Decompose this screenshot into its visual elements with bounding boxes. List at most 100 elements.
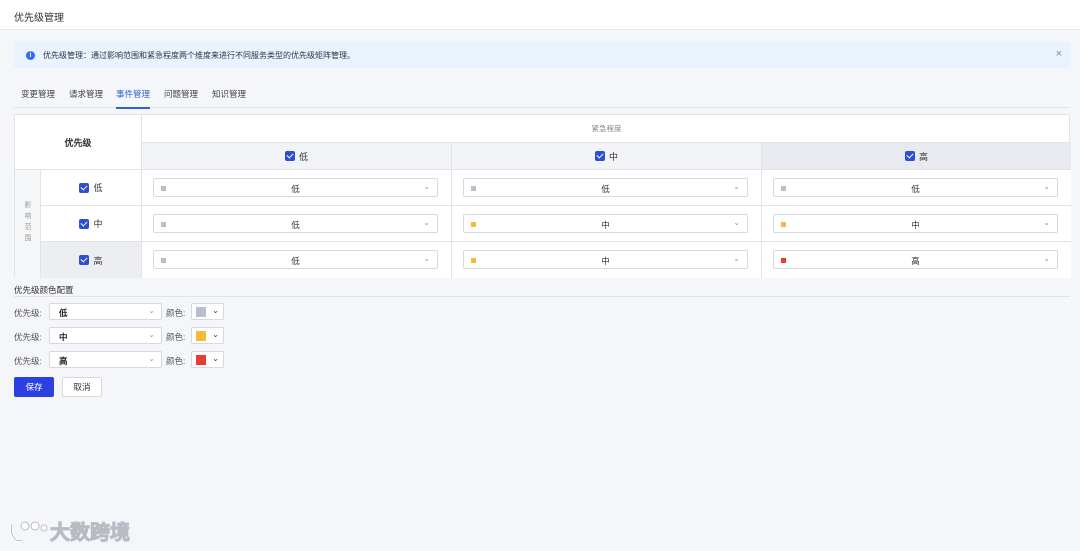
urgency-col-medium[interactable]: 中 (452, 143, 762, 170)
impact-row-high[interactable]: 高 (41, 242, 142, 278)
select-value: 高 (59, 356, 68, 366)
priority-label: 优先级: (14, 332, 42, 342)
checkbox-icon[interactable] (79, 218, 90, 229)
matrix-cell: 中 ⌄ (452, 242, 762, 278)
matrix-cell: 低 ⌄ (142, 170, 452, 206)
chevron-down-icon: ⌄ (423, 182, 430, 191)
col-label: 高 (918, 151, 928, 162)
select-value: 低 (59, 308, 68, 318)
page-title: 优先级管理 (14, 13, 64, 24)
impact-label: 影 响 范 围 (15, 170, 41, 278)
priority-label: 优先级: (14, 356, 42, 366)
select-value: 高 (911, 256, 920, 266)
watermark: 大数跨境 (8, 516, 131, 545)
priority-select[interactable]: 中 ⌄ (463, 214, 748, 233)
priority-select[interactable]: 低 ⌄ (49, 303, 162, 320)
priority-matrix: 优先级 紧急程度 低 中 高 影 响 范 围 低 中 高 低 ⌄ 低 ⌄ 低 ⌄… (14, 114, 1071, 278)
select-value: 低 (291, 220, 300, 230)
color-config-title: 优先级颜色配置 (14, 284, 1070, 297)
color-label: 颜色: (166, 308, 186, 318)
tab-knowledge[interactable]: 知识管理 (212, 88, 246, 107)
priority-select[interactable]: 高 ⌄ (49, 351, 162, 368)
urgency-title: 紧急程度 (142, 115, 1071, 143)
col-label: 中 (608, 151, 618, 162)
close-icon[interactable]: × (1056, 48, 1062, 60)
color-swatch (196, 355, 206, 365)
tab-problem[interactable]: 问题管理 (164, 88, 198, 107)
matrix-cell: 低 ⌄ (142, 206, 452, 242)
checkbox-icon[interactable] (79, 255, 90, 265)
priority-select[interactable]: 中 ⌄ (773, 214, 1058, 233)
checkbox-icon[interactable] (904, 151, 915, 161)
chevron-down-icon: ⌄ (733, 218, 740, 227)
color-picker[interactable]: ⌄ (191, 351, 224, 368)
col-label: 低 (298, 151, 308, 162)
impact-char: 响 (24, 213, 32, 220)
impact-row-medium[interactable]: 中 (41, 206, 142, 242)
chevron-down-icon: ⌄ (1043, 182, 1050, 191)
row-label: 中 (93, 219, 103, 229)
priority-label: 优先级: (14, 308, 42, 318)
row-label: 高 (93, 255, 103, 266)
color-label: 颜色: (166, 356, 186, 366)
main-content: i 优先级管理：通过影响范围和紧急程度两个维度来进行不同服务类型的优先级矩阵管理… (0, 30, 1080, 551)
priority-select[interactable]: 低 ⌄ (153, 250, 438, 269)
chevron-down-icon: ⌄ (733, 254, 740, 263)
chevron-down-icon: ⌄ (212, 354, 219, 363)
color-picker[interactable]: ⌄ (191, 303, 224, 320)
select-value: 低 (291, 256, 300, 266)
priority-select[interactable]: 低 ⌄ (773, 178, 1058, 197)
chevron-down-icon: ⌄ (148, 354, 155, 363)
checkbox-icon[interactable] (594, 151, 605, 161)
impact-char: 范 (24, 224, 32, 231)
tab-request[interactable]: 请求管理 (69, 88, 103, 107)
matrix-cell: 低 ⌄ (452, 170, 762, 206)
tab-incident[interactable]: 事件管理 (116, 88, 151, 109)
impact-row-low[interactable]: 低 (41, 170, 142, 206)
matrix-cell: 高 ⌄ (762, 242, 1071, 278)
info-icon: i (26, 51, 35, 60)
save-button[interactable]: 保存 (14, 377, 54, 397)
chevron-down-icon: ⌄ (423, 218, 430, 227)
select-value: 低 (911, 184, 920, 194)
select-value: 中 (601, 256, 610, 266)
priority-select[interactable]: 低 ⌄ (153, 214, 438, 233)
chevron-down-icon: ⌄ (423, 254, 430, 263)
checkbox-icon[interactable] (284, 151, 295, 161)
matrix-corner-label: 优先级 (15, 115, 142, 170)
service-tabs: 变更管理 请求管理 事件管理 问题管理 知识管理 (14, 82, 1070, 109)
color-label: 颜色: (166, 332, 186, 342)
impact-char: 影 (24, 202, 32, 209)
select-value: 低 (291, 184, 300, 194)
select-value: 低 (601, 184, 610, 194)
chevron-down-icon: ⌄ (1043, 218, 1050, 227)
urgency-col-low[interactable]: 低 (142, 143, 452, 170)
priority-select[interactable]: 低 ⌄ (153, 178, 438, 197)
priority-select[interactable]: 低 ⌄ (463, 178, 748, 197)
priority-select[interactable]: 中 ⌄ (49, 327, 162, 344)
cancel-button[interactable]: 取消 (62, 377, 102, 397)
info-alert: i 优先级管理：通过影响范围和紧急程度两个维度来进行不同服务类型的优先级矩阵管理… (14, 42, 1070, 68)
chevron-down-icon: ⌄ (212, 306, 219, 315)
matrix-cell: 低 ⌄ (142, 242, 452, 278)
matrix-cell: 中 ⌄ (452, 206, 762, 242)
row-label: 低 (93, 183, 103, 193)
color-picker[interactable]: ⌄ (191, 327, 224, 344)
top-bar: 优先级管理 (0, 0, 1080, 30)
color-config-row: 优先级: 低 ⌄ 颜色: ⌄ (14, 303, 234, 321)
priority-select[interactable]: 中 ⌄ (463, 250, 748, 269)
matrix-cell: 低 ⌄ (762, 170, 1071, 206)
watermark-text: 大数跨境 (50, 520, 131, 545)
chevron-down-icon: ⌄ (148, 306, 155, 315)
alert-message: 优先级管理：通过影响范围和紧急程度两个维度来进行不同服务类型的优先级矩阵管理。 (43, 51, 355, 60)
checkbox-icon[interactable] (79, 182, 90, 193)
color-swatch (196, 331, 206, 341)
tab-change[interactable]: 变更管理 (21, 88, 55, 107)
urgency-col-high[interactable]: 高 (762, 143, 1071, 170)
color-config-row: 优先级: 高 ⌄ 颜色: ⌄ (14, 351, 234, 369)
priority-select[interactable]: 高 ⌄ (773, 250, 1058, 269)
color-swatch (196, 307, 206, 317)
color-config-row: 优先级: 中 ⌄ 颜色: ⌄ (14, 327, 234, 345)
impact-char: 围 (24, 235, 32, 242)
chevron-down-icon: ⌄ (212, 330, 219, 339)
